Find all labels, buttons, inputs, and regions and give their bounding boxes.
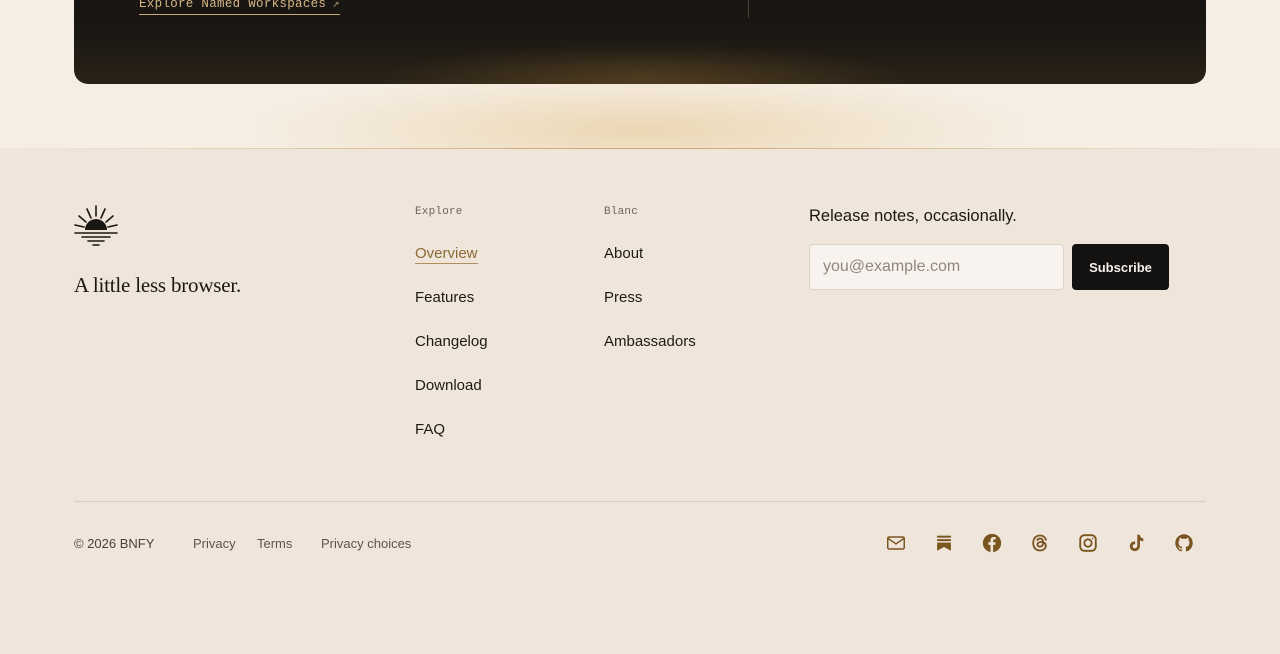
privacy-link[interactable]: Privacy <box>193 536 236 552</box>
nav-link-label: Overview <box>415 245 478 264</box>
nav-link-changelog[interactable]: Changelog <box>415 332 488 376</box>
nav-link-overview[interactable]: Overview <box>415 244 488 288</box>
card-divider <box>748 0 749 18</box>
nav-link-about[interactable]: About <box>604 244 696 288</box>
subscribe-button[interactable]: Subscribe <box>1072 244 1169 290</box>
blanc-heading: Blanc <box>604 206 639 218</box>
nav-link-faq[interactable]: FAQ <box>415 420 488 464</box>
github-icon[interactable] <box>1172 531 1196 555</box>
facebook-icon[interactable] <box>980 531 1004 555</box>
explore-link-label: Explore Named Workspaces <box>139 0 327 11</box>
explore-heading: Explore <box>415 206 463 218</box>
email-field[interactable] <box>809 244 1064 290</box>
footer-divider <box>74 501 1206 502</box>
nav-link-features[interactable]: Features <box>415 288 488 332</box>
nav-link-press[interactable]: Press <box>604 288 696 332</box>
nav-link-ambassadors[interactable]: Ambassadors <box>604 332 696 376</box>
threads-icon[interactable] <box>1028 531 1052 555</box>
newsletter: Release notes, occasionally. Subscribe <box>809 207 1169 290</box>
brand-logo-link[interactable] <box>74 204 118 248</box>
promo-card: Explore Named Workspaces ↗ <box>74 0 1206 84</box>
brand-tagline: A little less browser. <box>74 273 242 297</box>
band-divider <box>0 148 1280 149</box>
instagram-icon[interactable] <box>1076 531 1100 555</box>
sunrise-logo-icon <box>74 205 118 246</box>
terms-link[interactable]: Terms <box>257 536 292 552</box>
tiktok-icon[interactable] <box>1124 531 1148 555</box>
arrow-up-right-icon: ↗ <box>332 0 340 11</box>
mail-icon[interactable] <box>884 531 908 555</box>
copyright: © 2026 BNFY <box>74 536 155 551</box>
explore-named-workspaces-link[interactable]: Explore Named Workspaces ↗ <box>139 0 340 15</box>
substack-icon[interactable] <box>932 531 956 555</box>
explore-nav: Explore Overview Features Changelog Down… <box>415 206 488 464</box>
newsletter-title: Release notes, occasionally. <box>809 207 1017 225</box>
nav-link-download[interactable]: Download <box>415 376 488 420</box>
privacy-choices-link[interactable]: Privacy choices <box>321 536 411 552</box>
blanc-nav: Blanc About Press Ambassadors <box>604 206 696 376</box>
